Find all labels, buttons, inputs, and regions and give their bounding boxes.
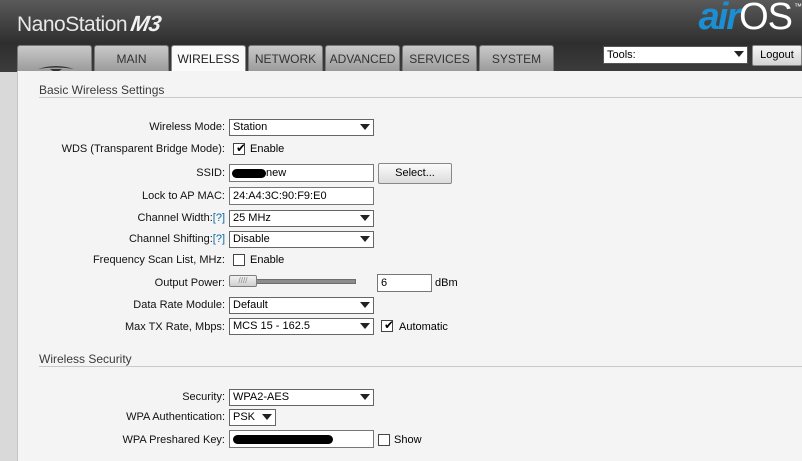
channel-width-select[interactable]: 25 MHz (229, 210, 374, 227)
tab-system[interactable]: SYSTEM (479, 45, 554, 71)
chevron-down-icon (734, 51, 744, 57)
product-name: NanoStationM3 (17, 11, 163, 36)
wireless-settings-panel: Basic Wireless Settings Wireless Mode: S… (17, 71, 802, 461)
wpa-psk-label: WPA Preshared Key: (122, 434, 225, 446)
tab-services[interactable]: SERVICES (402, 45, 477, 71)
output-power-input[interactable]: 6 (377, 274, 432, 292)
chevron-down-icon (360, 215, 370, 221)
chevron-down-icon (262, 414, 272, 420)
tab-network[interactable]: NETWORK (248, 45, 323, 71)
checkmark-icon: ✔ (236, 141, 247, 155)
wireless-mode-select[interactable]: Station (229, 119, 374, 136)
tab-main[interactable]: MAIN (94, 45, 169, 71)
wds-checkbox[interactable]: ✔ (233, 141, 247, 155)
security-label: Security: (182, 391, 225, 403)
section-divider (39, 97, 802, 98)
wpa-auth-label: WPA Authentication: (126, 411, 225, 423)
lock-ap-mac-label: Lock to AP MAC: (142, 190, 225, 202)
channel-width-label: Channel Width:[?] (137, 212, 225, 224)
freq-scan-label: Frequency Scan List, MHz: (92, 254, 225, 266)
show-psk-checkbox[interactable] (378, 434, 390, 446)
header-bar: NanoStationM3 airOS ™ MAIN WIRELESS NETWO… (0, 0, 802, 73)
redaction-mark (233, 435, 333, 444)
freq-scan-enable-label: Enable (250, 254, 285, 266)
wireless-mode-label: Wireless Mode: (149, 121, 225, 133)
output-power-unit: dBm (435, 277, 458, 289)
ssid-label: SSID: (196, 167, 225, 179)
tab-wireless[interactable]: WIRELESS (171, 45, 246, 72)
chevron-down-icon (360, 124, 370, 130)
wpa-auth-select[interactable]: PSK (229, 409, 276, 426)
automatic-checkbox[interactable]: ✔ (381, 318, 395, 332)
chevron-down-icon (360, 394, 370, 400)
data-rate-module-select[interactable]: Default (229, 297, 374, 314)
ssid-input[interactable]: new (229, 164, 374, 182)
channel-shifting-help-link[interactable]: [?] (213, 233, 225, 245)
wpa-psk-input[interactable] (229, 430, 374, 448)
section-divider (39, 366, 802, 367)
channel-width-help-link[interactable]: [?] (213, 212, 225, 224)
basic-settings-title: Basic Wireless Settings (39, 83, 165, 97)
max-tx-rate-label: Max TX Rate, Mbps: (124, 321, 225, 333)
tools-dropdown[interactable]: Tools: (603, 46, 748, 64)
output-power-label: Output Power: (154, 277, 225, 289)
security-select[interactable]: WPA2-AES (229, 389, 374, 406)
lock-ap-mac-input[interactable]: 24:A4:3C:90:F9:E0 (229, 187, 374, 205)
tab-advanced[interactable]: ADVANCED (325, 45, 400, 71)
logout-button[interactable]: Logout (752, 45, 802, 66)
chevron-down-icon (360, 302, 370, 308)
data-rate-module-label: Data Rate Module: (133, 299, 225, 311)
output-power-slider-handle[interactable]: //// (229, 275, 257, 287)
ssid-select-button[interactable]: Select... (378, 163, 452, 184)
channel-shifting-label: Channel Shifting:[?] (128, 233, 225, 245)
freq-scan-checkbox[interactable] (233, 254, 245, 266)
max-tx-rate-select[interactable]: MCS 15 - 162.5 (229, 318, 374, 335)
wireless-security-title: Wireless Security (39, 352, 132, 366)
airos-logo: airOS ™ (698, 0, 802, 38)
show-psk-label: Show (394, 434, 422, 446)
chevron-down-icon (360, 236, 370, 242)
wds-label: WDS (Transparent Bridge Mode): (61, 143, 225, 155)
channel-shifting-select[interactable]: Disable (229, 231, 374, 248)
tab-home-logo[interactable] (17, 45, 92, 73)
product-model: M3 (128, 11, 163, 36)
chevron-down-icon (360, 323, 370, 329)
wds-enable-label: Enable (250, 143, 285, 155)
checkmark-icon: ✔ (384, 318, 395, 332)
automatic-label: Automatic (399, 321, 448, 333)
redaction-mark (232, 169, 266, 178)
